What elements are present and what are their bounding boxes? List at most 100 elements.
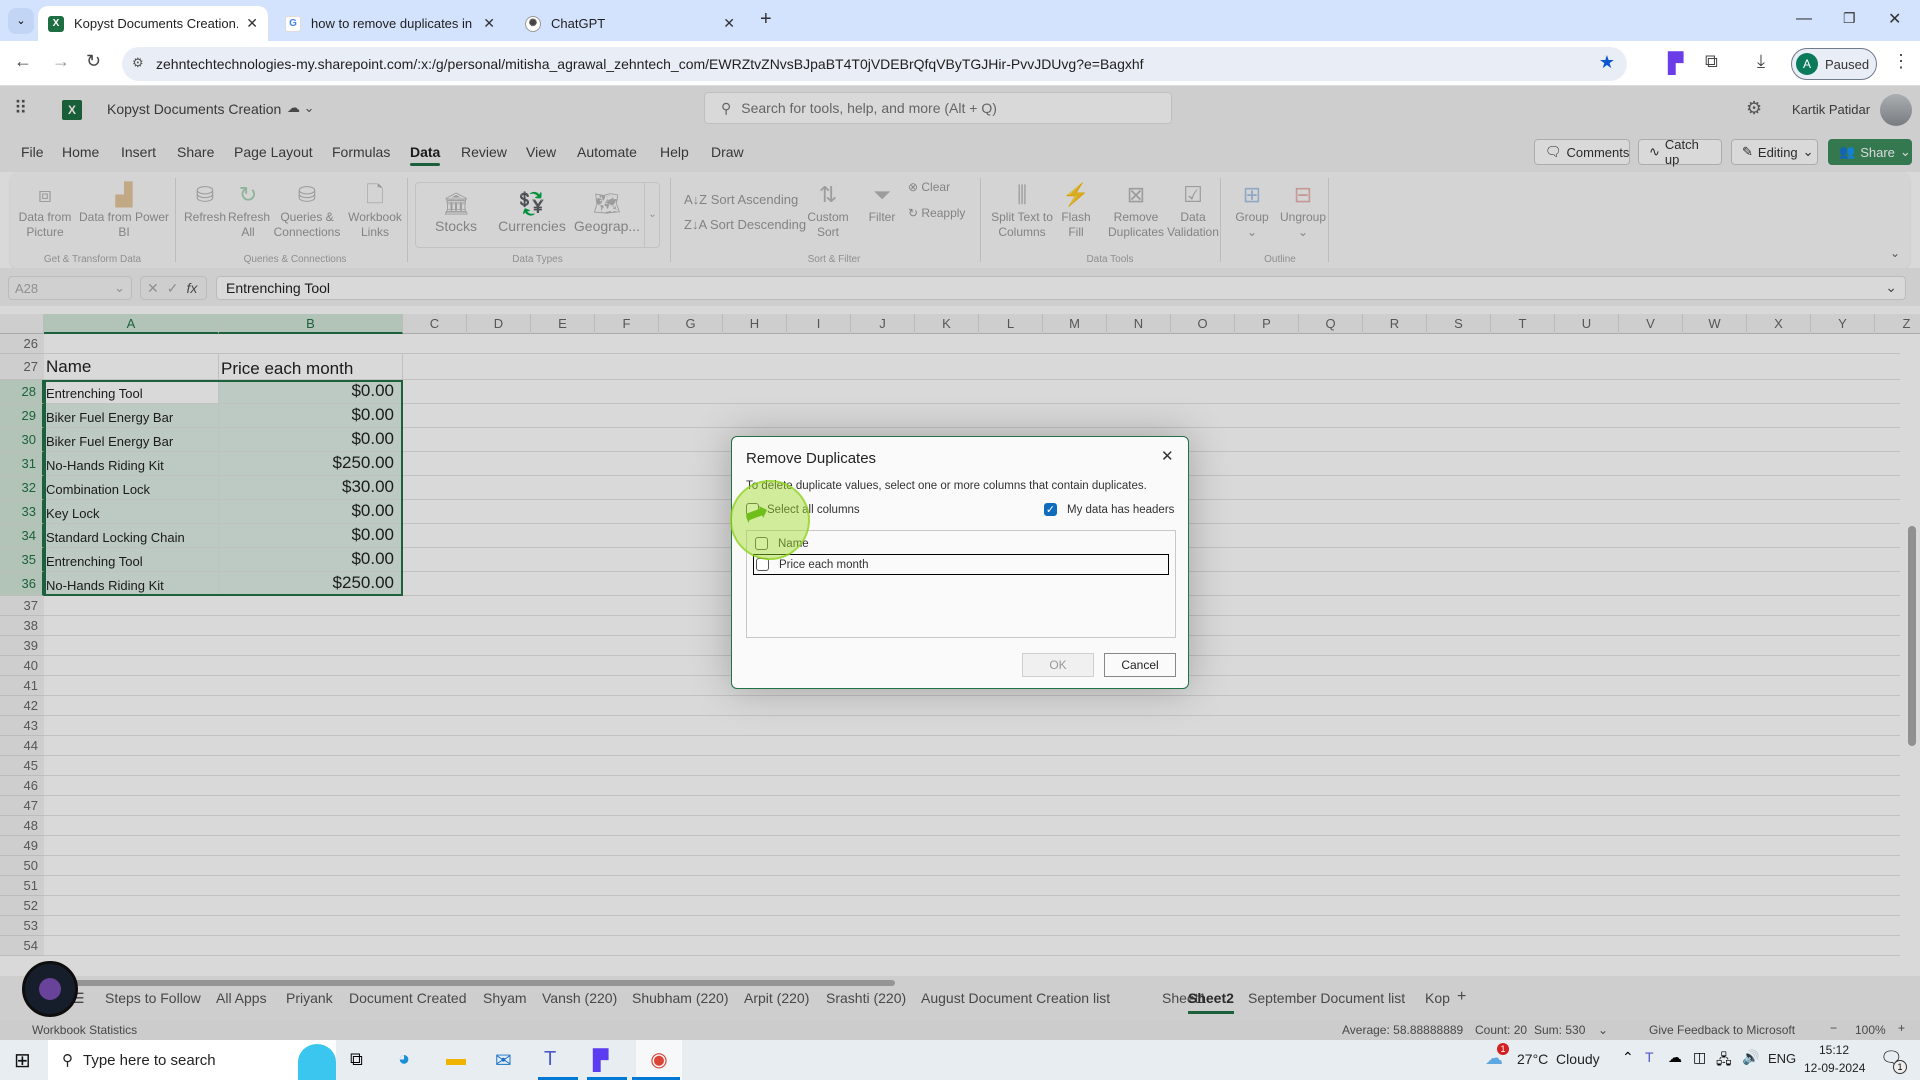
column-header-s[interactable]: S bbox=[1427, 314, 1491, 334]
restore-button[interactable]: ❐ bbox=[1843, 10, 1856, 27]
volume-icon[interactable]: 🔊 bbox=[1742, 1049, 1759, 1066]
filter-button[interactable]: ⏷ Filter bbox=[862, 180, 902, 225]
data-from-picture-button[interactable]: ⧈ Data from Picture bbox=[10, 180, 80, 240]
row-header[interactable]: 43 bbox=[0, 716, 44, 736]
cell-name[interactable]: Biker Fuel Energy Bar bbox=[44, 404, 219, 427]
header-cell-name[interactable]: Name bbox=[44, 354, 219, 379]
tab-help[interactable]: Help bbox=[660, 144, 689, 160]
camera-icon[interactable]: ◫ bbox=[1693, 1049, 1706, 1066]
row-header[interactable]: 35 bbox=[0, 548, 44, 572]
back-icon[interactable]: ← bbox=[14, 51, 32, 72]
sheet-tab[interactable]: Shyam bbox=[483, 990, 527, 1006]
sheet-tab[interactable]: September Document list bbox=[1248, 990, 1405, 1006]
app-icon[interactable]: ▛ bbox=[593, 1048, 608, 1073]
column-header-x[interactable]: X bbox=[1747, 314, 1811, 334]
ribbon-collapse-icon[interactable]: ⌄ bbox=[1890, 246, 1900, 260]
edge-icon[interactable]: ◕ bbox=[398, 1048, 410, 1071]
tab-formulas[interactable]: Formulas bbox=[332, 144, 390, 160]
confirm-icon[interactable]: ✓ bbox=[167, 280, 179, 297]
comments-button[interactable]: 🗨 Comments bbox=[1534, 139, 1630, 165]
row-header[interactable]: 51 bbox=[0, 876, 44, 896]
checkbox[interactable] bbox=[746, 503, 759, 516]
ungroup-button[interactable]: ⊟ Ungroup ⌄ bbox=[1274, 180, 1332, 240]
cell-name[interactable]: Entrenching Tool bbox=[44, 380, 219, 403]
sheet-tab[interactable]: Priyank bbox=[286, 990, 333, 1006]
windows-start-icon[interactable]: ⊞ bbox=[14, 1048, 31, 1073]
column-header-v[interactable]: V bbox=[1619, 314, 1683, 334]
header-cell-price[interactable]: Price each month bbox=[219, 354, 403, 379]
row-header[interactable]: 33 bbox=[0, 500, 44, 524]
cell-name[interactable]: No-Hands Riding Kit bbox=[44, 572, 219, 595]
catch-up-button[interactable]: ∿ Catch up bbox=[1638, 137, 1722, 167]
function-icon[interactable]: fx bbox=[186, 280, 197, 296]
editing-mode-button[interactable]: ✎ Editing ⌄ bbox=[1731, 139, 1818, 165]
formula-input[interactable]: Entrenching Tool ⌄ bbox=[216, 276, 1906, 300]
row-header[interactable]: 37 bbox=[0, 596, 44, 616]
column-header-q[interactable]: Q bbox=[1299, 314, 1363, 334]
tab-draw[interactable]: Draw bbox=[711, 144, 744, 160]
row-header[interactable]: 50 bbox=[0, 856, 44, 876]
row-header[interactable]: 38 bbox=[0, 616, 44, 636]
bookmark-star-icon[interactable]: ★ bbox=[1599, 52, 1615, 73]
flash-fill-button[interactable]: ⚡ Flash Fill bbox=[1058, 180, 1094, 240]
column-option-price[interactable]: Price each month bbox=[753, 554, 1169, 575]
gallery-expand-icon[interactable]: ⌄ bbox=[644, 183, 660, 247]
row-header[interactable]: 30 bbox=[0, 428, 44, 452]
column-header-c[interactable]: C bbox=[403, 314, 467, 334]
sheet-tab[interactable]: Steps to Follow bbox=[105, 990, 201, 1006]
column-header-w[interactable]: W bbox=[1683, 314, 1747, 334]
column-header-j[interactable]: J bbox=[851, 314, 915, 334]
select-all-corner[interactable] bbox=[0, 314, 44, 334]
search-input[interactable]: ⚲ Search for tools, help, and more (Alt … bbox=[704, 92, 1172, 124]
column-header-u[interactable]: U bbox=[1555, 314, 1619, 334]
download-icon[interactable]: ⤓ bbox=[1757, 51, 1765, 72]
tab-review[interactable]: Review bbox=[461, 144, 507, 160]
zoom-out-button[interactable]: − bbox=[1830, 1021, 1837, 1035]
row-header[interactable]: 48 bbox=[0, 816, 44, 836]
column-header-n[interactable]: N bbox=[1107, 314, 1171, 334]
language-indicator[interactable]: ENG bbox=[1768, 1051, 1796, 1066]
cell-name[interactable]: Combination Lock bbox=[44, 476, 219, 499]
row-header[interactable]: 47 bbox=[0, 796, 44, 816]
mail-icon[interactable]: ✉ bbox=[495, 1048, 512, 1073]
browser-tab-excel[interactable]: X Kopyst Documents Creation.xlsx ✕ bbox=[38, 6, 268, 41]
row-header[interactable]: 49 bbox=[0, 836, 44, 856]
ok-button[interactable]: OK bbox=[1022, 653, 1094, 677]
column-header-f[interactable]: F bbox=[595, 314, 659, 334]
queries-connections-button[interactable]: ⛁ Queries & Connections bbox=[272, 180, 342, 240]
browser-tab-google[interactable]: G how to remove duplicates in excel ✕ bbox=[275, 6, 505, 41]
sheet-tab[interactable]: August Document Creation list bbox=[921, 990, 1110, 1006]
chevron-down-icon[interactable]: ⌄ bbox=[1598, 1023, 1608, 1037]
select-all-columns-checkbox[interactable]: Select all columns bbox=[746, 503, 860, 516]
cell-price[interactable]: $0.00 bbox=[219, 428, 403, 451]
sheet-tab[interactable]: Srashti (220) bbox=[826, 990, 906, 1006]
currencies-button[interactable]: 💱 Currencies bbox=[492, 189, 572, 234]
row-header[interactable]: 39 bbox=[0, 636, 44, 656]
cell-price[interactable]: $0.00 bbox=[219, 548, 403, 571]
workbook-statistics-button[interactable]: Workbook Statistics bbox=[32, 1023, 137, 1037]
tab-view[interactable]: View bbox=[526, 144, 556, 160]
workbook-links-button[interactable]: 🗋 Workbook Links bbox=[344, 180, 406, 240]
profile-button[interactable]: A Paused bbox=[1791, 48, 1877, 80]
app-launcher-icon[interactable]: ⠿ bbox=[14, 98, 27, 119]
refresh-all-button[interactable]: ↻ Refresh All bbox=[228, 180, 270, 240]
hidden-icons-chevron[interactable]: ⌃ bbox=[1622, 1049, 1634, 1066]
cell-price[interactable]: $30.00 bbox=[219, 476, 403, 499]
zoom-in-button[interactable]: + bbox=[1898, 1021, 1905, 1035]
share-button[interactable]: 👥 Share ⌄ bbox=[1828, 139, 1912, 165]
data-validation-button[interactable]: ☑ Data Validation bbox=[1160, 180, 1226, 240]
sort-descending-button[interactable]: Z↓A Sort Descending bbox=[684, 217, 806, 232]
cell-price[interactable]: $0.00 bbox=[219, 524, 403, 547]
close-icon[interactable]: ✕ bbox=[1161, 447, 1174, 465]
close-window-button[interactable]: ✕ bbox=[1888, 9, 1901, 29]
row-header[interactable]: 44 bbox=[0, 736, 44, 756]
close-tab-icon[interactable]: ✕ bbox=[483, 15, 495, 32]
teams-tray-icon[interactable]: T bbox=[1645, 1049, 1654, 1065]
row-header[interactable]: 53 bbox=[0, 916, 44, 936]
cell-price[interactable]: $250.00 bbox=[219, 452, 403, 475]
column-header-t[interactable]: T bbox=[1491, 314, 1555, 334]
column-header-y[interactable]: Y bbox=[1811, 314, 1875, 334]
row-header[interactable]: 28 bbox=[0, 380, 44, 404]
cancel-button[interactable]: Cancel bbox=[1104, 653, 1176, 677]
sheet-tab[interactable]: Kop bbox=[1425, 990, 1450, 1006]
